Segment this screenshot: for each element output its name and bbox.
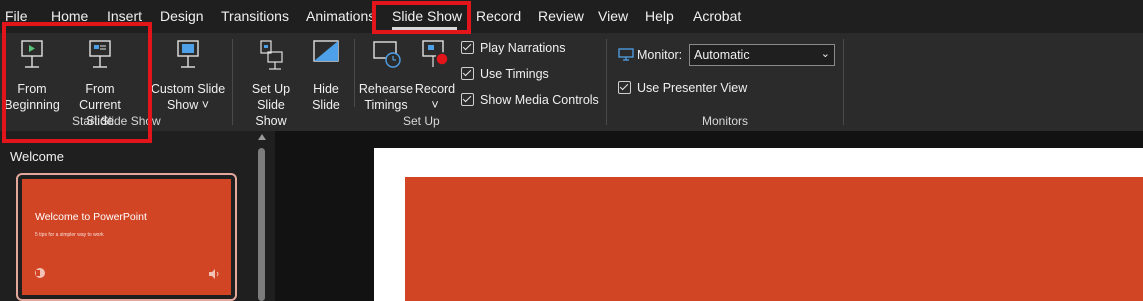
tab-design[interactable]: Design — [160, 8, 204, 24]
monitor-label: Monitor: — [618, 48, 682, 62]
record-icon — [422, 40, 449, 67]
setup-show-label-2: Slide Show — [255, 98, 287, 128]
hide-slide-label-1: Hide — [313, 82, 339, 96]
chevron-down-icon: ⌄ — [820, 48, 830, 60]
tab-record[interactable]: Record — [476, 8, 521, 24]
set-up-group-label: Set Up — [403, 114, 440, 128]
scroll-up-arrow-icon[interactable] — [258, 134, 266, 140]
slide-show-tab-highlight — [372, 1, 471, 34]
use-timings-checkbox[interactable]: Use Timings — [461, 67, 549, 81]
tab-transitions[interactable]: Transitions — [221, 8, 289, 24]
custom-show-screen-icon — [177, 40, 199, 68]
record-dropdown-chevron[interactable]: ˅ — [414, 97, 456, 113]
thumbnail-subtitle: 5 tips for a simpler way to work — [35, 232, 104, 238]
monitor-select-value: Automatic — [694, 48, 750, 62]
hide-slide-icon — [313, 40, 339, 62]
rehearse-label-1: Rehearse — [358, 82, 414, 96]
checkbox-checked-icon — [618, 81, 631, 94]
group-separator — [843, 39, 844, 125]
record-label: Record — [414, 82, 456, 96]
group-separator — [606, 39, 607, 125]
custom-slide-show-button[interactable]: Custom Slide Show ˅ — [150, 39, 226, 113]
custom-show-label-2: Show ˅ — [166, 98, 210, 112]
slide-title-background — [405, 177, 1143, 301]
set-up-slide-show-button[interactable]: Set Up Slide Show — [240, 39, 302, 129]
tab-help[interactable]: Help — [645, 8, 674, 24]
setup-show-icon — [260, 40, 283, 70]
start-slide-show-highlight — [2, 22, 152, 143]
powerpoint-logo-icon — [35, 268, 45, 278]
use-presenter-view-checkbox[interactable]: Use Presenter View — [618, 81, 747, 95]
record-button[interactable]: Record ˅ — [414, 39, 456, 113]
hide-slide-button[interactable]: Hide Slide — [305, 39, 347, 113]
show-media-controls-checkbox[interactable]: Show Media Controls — [461, 93, 599, 107]
play-narrations-checkbox[interactable]: Play Narrations — [461, 41, 565, 55]
monitor-label-text: Monitor: — [637, 48, 683, 62]
checkbox-checked-icon — [461, 41, 474, 54]
checkbox-checked-icon — [461, 93, 474, 106]
audio-speaker-icon — [209, 269, 219, 279]
rehearse-timer-icon — [373, 41, 401, 68]
tab-animations[interactable]: Animations — [306, 8, 375, 24]
tab-acrobat[interactable]: Acrobat — [693, 8, 741, 24]
show-media-controls-label: Show Media Controls — [480, 93, 599, 107]
group-separator — [354, 39, 355, 107]
rehearse-label-2: Timings — [364, 98, 408, 112]
checkbox-checked-icon — [461, 67, 474, 80]
thumbnail-title: Welcome to PowerPoint — [35, 211, 147, 223]
scrollbar-thumb[interactable] — [258, 148, 265, 301]
custom-show-label-1: Custom Slide — [150, 82, 226, 96]
use-timings-label: Use Timings — [480, 67, 549, 81]
hide-slide-label-2: Slide — [312, 98, 340, 112]
monitor-select[interactable]: Automatic ⌄ — [689, 44, 835, 66]
section-title[interactable]: Welcome — [10, 149, 64, 164]
group-separator — [232, 39, 233, 125]
setup-show-label-1: Set Up — [251, 82, 291, 96]
tab-view[interactable]: View — [598, 8, 628, 24]
play-narrations-label: Play Narrations — [480, 41, 566, 55]
slide-thumbnail[interactable]: Welcome to PowerPoint 5 tips for a simpl… — [22, 179, 231, 295]
rehearse-timings-button[interactable]: Rehearse Timings — [358, 39, 414, 113]
monitors-group-label: Monitors — [702, 114, 749, 128]
ribbon: From Beginning From Current Slide Custom… — [0, 33, 1143, 131]
ribbon-tabs: File Home Insert Design Transitions Anim… — [0, 0, 1143, 33]
use-presenter-view-label: Use Presenter View — [637, 81, 748, 95]
tab-review[interactable]: Review — [538, 8, 584, 24]
monitor-icon — [618, 48, 634, 61]
